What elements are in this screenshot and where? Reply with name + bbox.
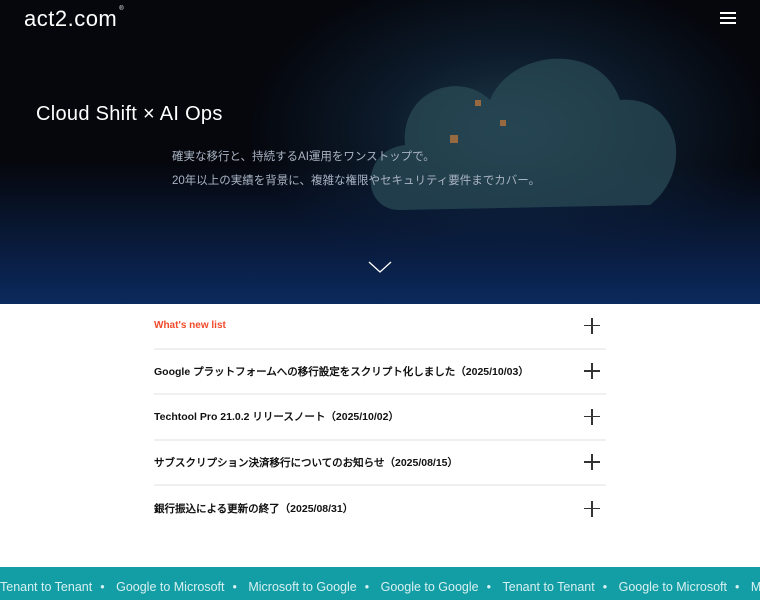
- ticker-item: Google to Google: [380, 580, 479, 594]
- registered-mark: ®: [119, 6, 125, 12]
- news-item-title: Google プラットフォームへの移行設定をスクリプト化しました（2025/10…: [154, 365, 529, 378]
- ticker-item: Google to Microsoft: [116, 580, 225, 594]
- cloud-illustration: [370, 58, 677, 210]
- logo-text: act2.com: [24, 6, 118, 31]
- news-item[interactable]: Google プラットフォームへの移行設定をスクリプト化しました（2025/10…: [154, 350, 606, 395]
- news-heading: What's new list: [154, 320, 226, 332]
- separator: •: [734, 580, 740, 594]
- ticker-item: Google to Microsoft: [618, 580, 727, 594]
- migration-ticker: Tenant to Tenant • Google to Microsoft • M…: [0, 567, 760, 600]
- plus-icon[interactable]: [584, 317, 600, 334]
- site-logo[interactable]: act2.com ®: [24, 6, 124, 32]
- ticker-item: Tenant to Tenant: [0, 580, 93, 594]
- plus-icon[interactable]: [584, 408, 600, 425]
- news-item-title: Techtool Pro 21.0.2 リリースノート（2025/10/02）: [154, 411, 399, 424]
- hero-title: Cloud Shift × AI Ops: [36, 103, 223, 125]
- ticker-item: Microsoft to Google: [248, 580, 357, 594]
- hero-section: act2.com ® Cloud Shift × AI Ops 確実な移行と、持続…: [0, 0, 760, 304]
- plus-icon[interactable]: [584, 500, 600, 517]
- chevron-down-icon[interactable]: [368, 260, 392, 274]
- separator: •: [364, 580, 370, 594]
- separator: •: [602, 580, 608, 594]
- news-list-header[interactable]: What's new list: [154, 304, 606, 350]
- news-item[interactable]: Techtool Pro 21.0.2 リリースノート（2025/10/02）: [154, 395, 606, 441]
- hero-subtitle-line: 確実な移行と、持続するAI運用をワンストップで。: [172, 151, 435, 163]
- separator: •: [486, 580, 492, 594]
- hamburger-menu-icon[interactable]: [720, 12, 736, 24]
- news-item-title: 銀行振込による更新の終了（2025/08/31）: [154, 503, 354, 516]
- news-item[interactable]: 銀行振込による更新の終了（2025/08/31）: [154, 486, 606, 532]
- separator: •: [100, 580, 105, 594]
- ticker-item: Tenant to Tenant: [502, 580, 595, 594]
- hero-subtitle-line: 20年以上の実績を背景に、複雑な権限やセキュリティ要件までカバー。: [172, 175, 541, 187]
- ticker-item: Microsoft to Google: [750, 580, 760, 594]
- plus-icon[interactable]: [584, 454, 600, 471]
- news-list: What's new list Google プラットフォームへの移行設定をスク…: [154, 304, 606, 532]
- separator: •: [232, 580, 237, 594]
- news-item[interactable]: サブスクリプション決済移行についてのお知らせ（2025/08/15）: [154, 441, 606, 486]
- news-item-title: サブスクリプション決済移行についてのお知らせ（2025/08/15）: [154, 456, 459, 469]
- plus-icon[interactable]: [584, 363, 600, 380]
